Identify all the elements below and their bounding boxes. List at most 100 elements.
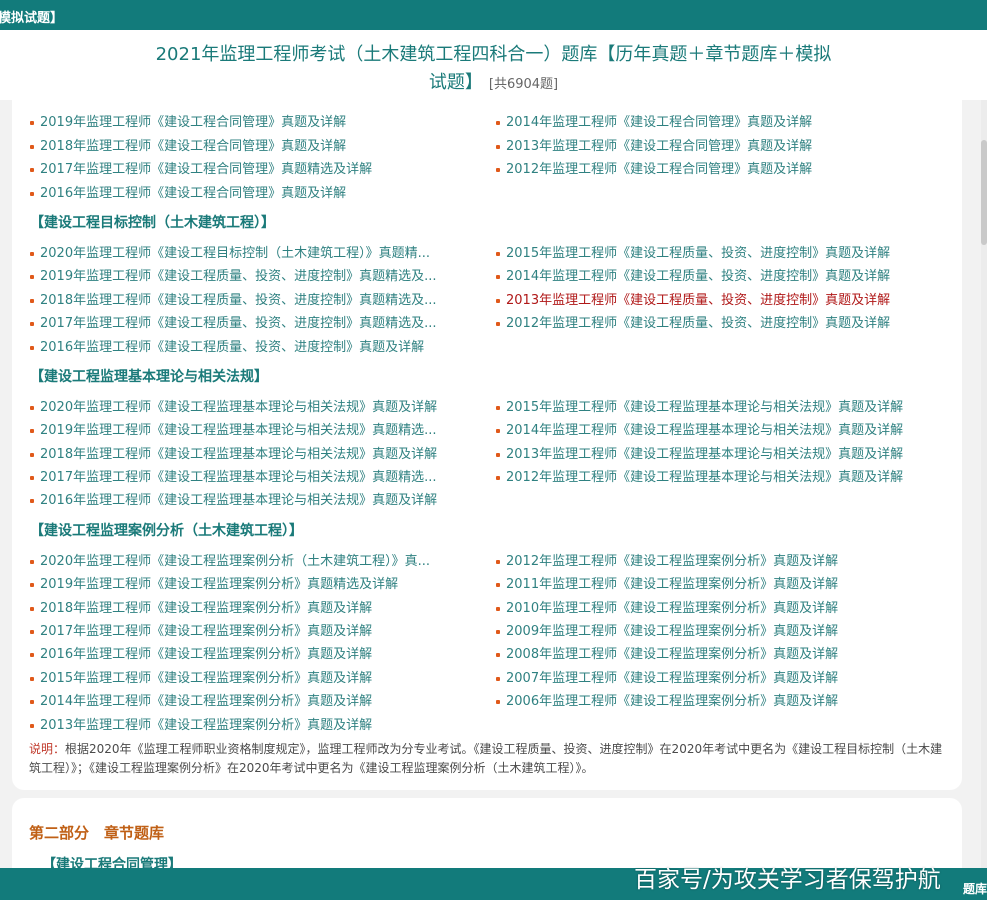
top-breadcrumb: 模拟试题】 bbox=[0, 11, 64, 26]
bullet-icon bbox=[496, 321, 500, 326]
exam-link[interactable]: 2012年监理工程师《建设工程质量、投资、进度控制》真题及详解 bbox=[496, 312, 890, 331]
bullet-icon bbox=[30, 606, 34, 611]
chapter-bank-card: 第二部分 章节题库 【建设工程合同管理】 bbox=[12, 798, 962, 868]
exam-link[interactable]: 2017年监理工程师《建设工程质量、投资、进度控制》真题精选及... bbox=[30, 312, 436, 331]
exam-link[interactable]: 2016年监理工程师《建设工程质量、投资、进度控制》真题及详解 bbox=[30, 336, 424, 355]
exam-link[interactable]: 2014年监理工程师《建设工程合同管理》真题及详解 bbox=[496, 111, 812, 130]
bullet-icon bbox=[496, 652, 500, 657]
bullet-icon bbox=[30, 723, 34, 728]
part2-title: 第二部分 章节题库 bbox=[29, 824, 165, 842]
bullet-icon bbox=[496, 452, 500, 457]
note-text: 根据2020年《监理工程师职业资格制度规定》，监理工程师改为分专业考试。《建设工… bbox=[29, 742, 943, 775]
exam-link[interactable]: 2019年监理工程师《建设工程质量、投资、进度控制》真题精选及... bbox=[30, 265, 436, 284]
page-title-line1: 2021年监理工程师考试（土木建筑工程四科合一）题库【历年真题＋章节题库＋模拟 bbox=[155, 44, 832, 65]
exam-link[interactable]: 2017年监理工程师《建设工程监理基本理论与相关法规》真题精选... bbox=[30, 466, 436, 485]
section-title: 【建设工程目标控制（土木建筑工程）】 bbox=[30, 215, 275, 231]
bullet-icon bbox=[496, 167, 500, 172]
exam-link[interactable]: 2015年监理工程师《建设工程监理案例分析》真题及详解 bbox=[30, 667, 372, 686]
bullet-icon bbox=[30, 274, 34, 279]
bullet-icon bbox=[30, 629, 34, 634]
exam-link[interactable]: 2010年监理工程师《建设工程监理案例分析》真题及详解 bbox=[496, 597, 838, 616]
exam-link[interactable]: 2009年监理工程师《建设工程监理案例分析》真题及详解 bbox=[496, 620, 838, 639]
exam-link[interactable]: 2018年监理工程师《建设工程质量、投资、进度控制》真题精选及... bbox=[30, 289, 436, 308]
bullet-icon bbox=[496, 298, 500, 303]
exam-link[interactable]: 2015年监理工程师《建设工程质量、投资、进度控制》真题及详解 bbox=[496, 242, 890, 261]
bottom-tag: 题库 bbox=[962, 882, 987, 896]
bullet-icon bbox=[496, 559, 500, 564]
exam-link[interactable]: 2012年监理工程师《建设工程监理基本理论与相关法规》真题及详解 bbox=[496, 466, 903, 485]
section-title: 【建设工程监理基本理论与相关法规】 bbox=[30, 369, 268, 385]
exam-link[interactable]: 2019年监理工程师《建设工程合同管理》真题及详解 bbox=[30, 111, 346, 130]
scrollbar[interactable] bbox=[981, 100, 987, 868]
page-title-line2-text: 试题】 bbox=[428, 72, 483, 93]
bullet-icon bbox=[30, 452, 34, 457]
top-bar: 模拟试题】 bbox=[0, 0, 987, 30]
question-count: [共6904题] bbox=[488, 77, 559, 92]
bullet-icon bbox=[30, 345, 34, 350]
bullet-icon bbox=[496, 699, 500, 704]
exam-link[interactable]: 2015年监理工程师《建设工程监理基本理论与相关法规》真题及详解 bbox=[496, 396, 903, 415]
bullet-icon bbox=[496, 274, 500, 279]
bullet-icon bbox=[496, 606, 500, 611]
exam-link[interactable]: 2013年监理工程师《建设工程监理基本理论与相关法规》真题及详解 bbox=[496, 443, 903, 462]
exam-link[interactable]: 2008年监理工程师《建设工程监理案例分析》真题及详解 bbox=[496, 643, 838, 662]
bullet-icon bbox=[30, 405, 34, 410]
bullet-icon bbox=[30, 652, 34, 657]
watermark-text: 百家号/为攻关学习者保驾护航 bbox=[634, 867, 941, 893]
exam-link[interactable]: 2019年监理工程师《建设工程监理案例分析》真题精选及详解 bbox=[30, 573, 398, 592]
exam-link[interactable]: 2006年监理工程师《建设工程监理案例分析》真题及详解 bbox=[496, 690, 838, 709]
bullet-icon bbox=[30, 298, 34, 303]
page-title-line2: 试题】 [共6904题] bbox=[0, 68, 987, 94]
exam-link[interactable]: 2019年监理工程师《建设工程监理基本理论与相关法规》真题精选... bbox=[30, 419, 436, 438]
bullet-icon bbox=[30, 428, 34, 433]
note-label: 说明： bbox=[29, 742, 66, 756]
bullet-icon bbox=[496, 582, 500, 587]
exam-link[interactable]: 2020年监理工程师《建设工程监理案例分析（土木建筑工程）》真... bbox=[30, 550, 430, 569]
bullet-icon bbox=[30, 699, 34, 704]
bullet-icon bbox=[30, 676, 34, 681]
bullet-icon bbox=[496, 120, 500, 125]
section-title: 【建设工程合同管理】 bbox=[42, 857, 182, 868]
scrollbar-thumb[interactable] bbox=[981, 140, 987, 245]
exam-link[interactable]: 2016年监理工程师《建设工程合同管理》真题及详解 bbox=[30, 182, 346, 201]
bullet-icon bbox=[30, 559, 34, 564]
exam-link[interactable]: 2013年监理工程师《建设工程监理案例分析》真题及详解 bbox=[30, 714, 372, 733]
exam-link[interactable]: 2007年监理工程师《建设工程监理案例分析》真题及详解 bbox=[496, 667, 838, 686]
exam-link[interactable]: 2018年监理工程师《建设工程监理基本理论与相关法规》真题及详解 bbox=[30, 443, 437, 462]
bullet-icon bbox=[30, 167, 34, 172]
exam-link[interactable]: 2014年监理工程师《建设工程监理案例分析》真题及详解 bbox=[30, 690, 372, 709]
exam-link[interactable]: 2014年监理工程师《建设工程监理基本理论与相关法规》真题及详解 bbox=[496, 419, 903, 438]
bullet-icon bbox=[496, 428, 500, 433]
exam-link[interactable]: 2018年监理工程师《建设工程监理案例分析》真题及详解 bbox=[30, 597, 372, 616]
bullet-icon bbox=[496, 405, 500, 410]
bullet-icon bbox=[30, 475, 34, 480]
section-title: 【建设工程监理案例分析（土木建筑工程）】 bbox=[30, 523, 303, 539]
exam-list-card: 2019年监理工程师《建设工程合同管理》真题及详解 2018年监理工程师《建设工… bbox=[12, 100, 962, 790]
exam-link[interactable]: 2012年监理工程师《建设工程监理案例分析》真题及详解 bbox=[496, 550, 838, 569]
bullet-icon bbox=[30, 321, 34, 326]
exam-link[interactable]: 2016年监理工程师《建设工程监理案例分析》真题及详解 bbox=[30, 643, 372, 662]
exam-link[interactable]: 2018年监理工程师《建设工程合同管理》真题及详解 bbox=[30, 135, 346, 154]
exam-link-visited[interactable]: 2013年监理工程师《建设工程质量、投资、进度控制》真题及详解 bbox=[496, 289, 890, 308]
bullet-icon bbox=[30, 120, 34, 125]
bullet-icon bbox=[30, 498, 34, 503]
bullet-icon bbox=[496, 251, 500, 256]
bullet-icon bbox=[496, 144, 500, 149]
bullet-icon bbox=[30, 582, 34, 587]
exam-link[interactable]: 2012年监理工程师《建设工程合同管理》真题及详解 bbox=[496, 158, 812, 177]
exam-link[interactable]: 2014年监理工程师《建设工程质量、投资、进度控制》真题及详解 bbox=[496, 265, 890, 284]
bullet-icon bbox=[30, 251, 34, 256]
exam-link[interactable]: 2011年监理工程师《建设工程监理案例分析》真题及详解 bbox=[496, 573, 838, 592]
bullet-icon bbox=[30, 144, 34, 149]
bullet-icon bbox=[496, 475, 500, 480]
exam-link[interactable]: 2017年监理工程师《建设工程监理案例分析》真题及详解 bbox=[30, 620, 372, 639]
exam-link[interactable]: 2013年监理工程师《建设工程合同管理》真题及详解 bbox=[496, 135, 812, 154]
exam-link[interactable]: 2016年监理工程师《建设工程监理基本理论与相关法规》真题及详解 bbox=[30, 489, 437, 508]
exam-link[interactable]: 2017年监理工程师《建设工程合同管理》真题精选及详解 bbox=[30, 158, 372, 177]
bullet-icon bbox=[496, 629, 500, 634]
explanation-note: 说明：根据2020年《监理工程师职业资格制度规定》，监理工程师改为分专业考试。《… bbox=[29, 740, 944, 778]
exam-link[interactable]: 2020年监理工程师《建设工程目标控制（土木建筑工程）》真题精... bbox=[30, 242, 430, 261]
page-header: 2021年监理工程师考试（土木建筑工程四科合一）题库【历年真题＋章节题库＋模拟 … bbox=[0, 30, 987, 100]
exam-link[interactable]: 2020年监理工程师《建设工程监理基本理论与相关法规》真题及详解 bbox=[30, 396, 437, 415]
bullet-icon bbox=[30, 191, 34, 196]
